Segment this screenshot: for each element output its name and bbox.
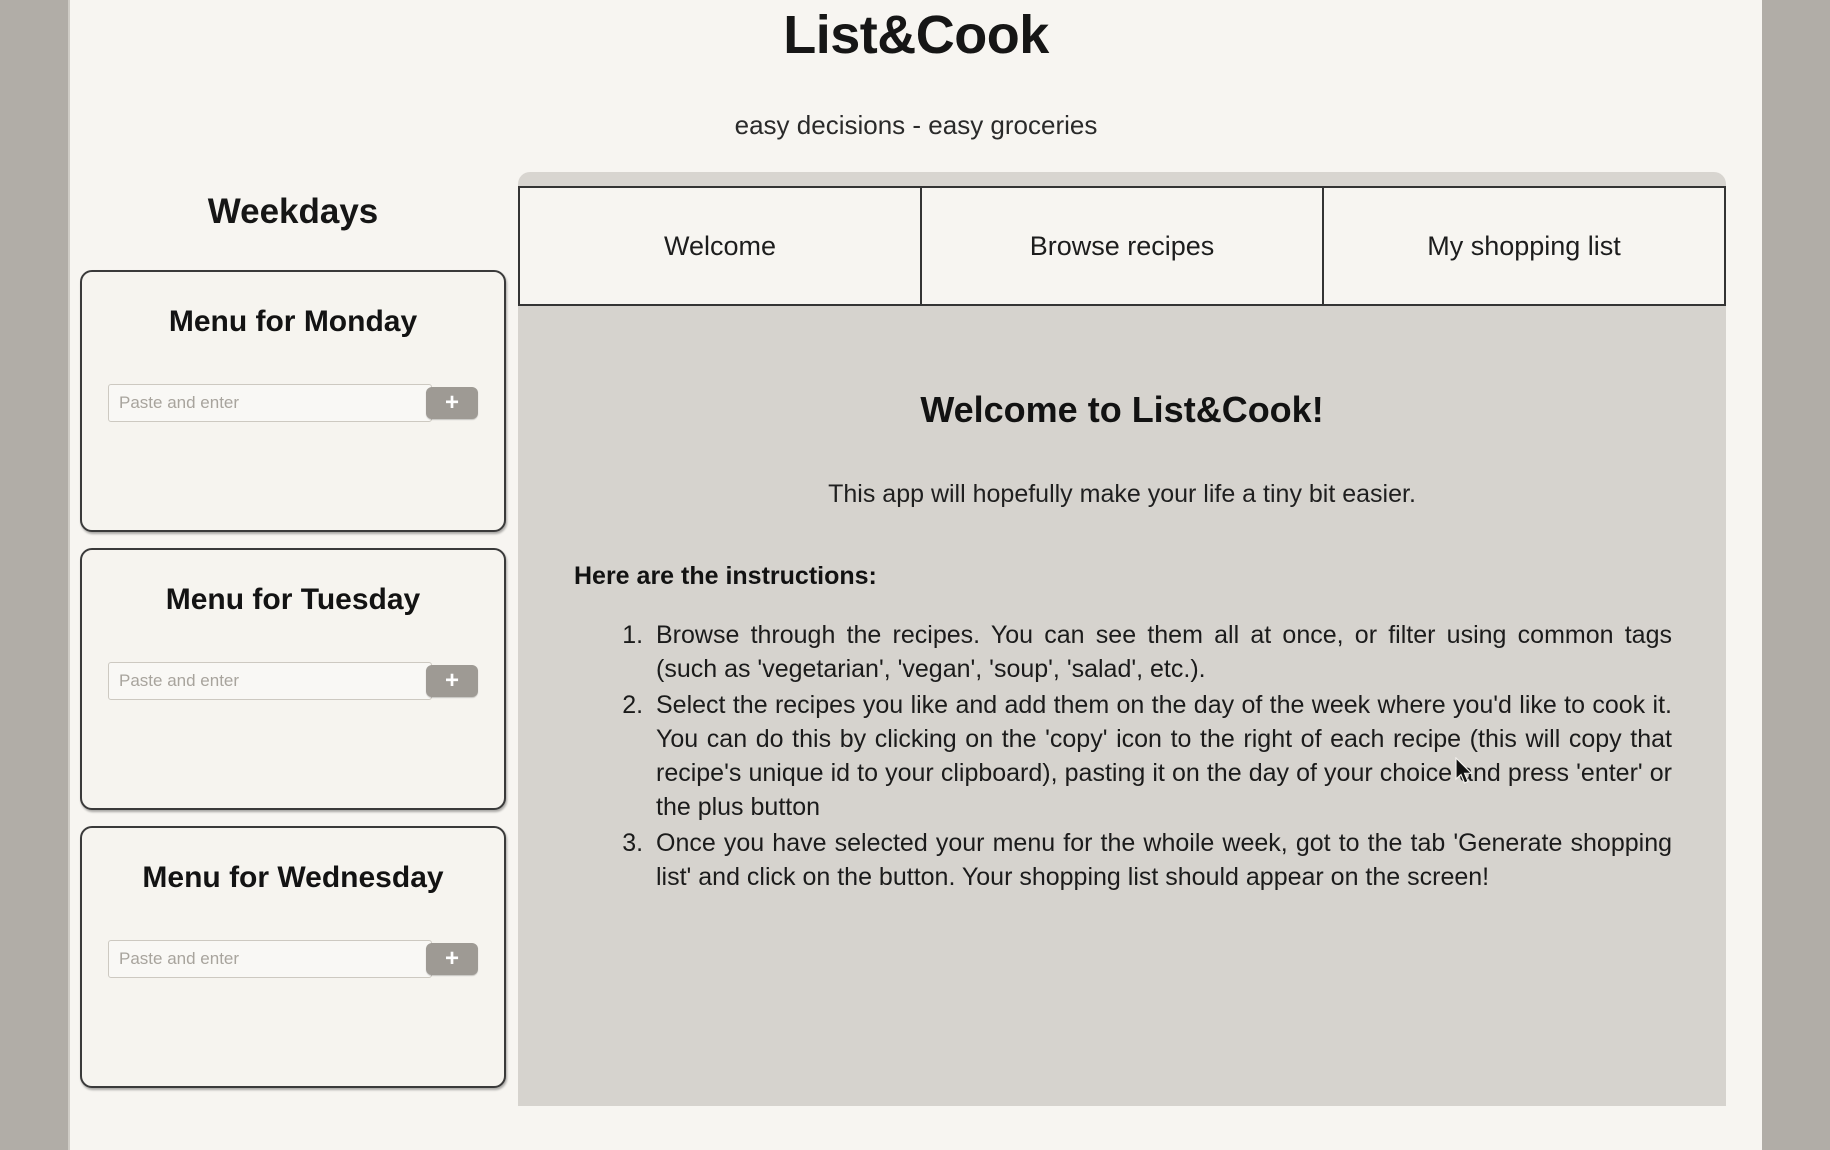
tab-bar: Welcome Browse recipes My shopping list — [518, 186, 1726, 306]
instructions-heading: Here are the instructions: — [574, 562, 877, 590]
weekday-input-row: + — [108, 662, 478, 700]
content-area: Welcome Browse recipes My shopping list … — [518, 172, 1726, 1150]
weekday-card-title: Menu for Wednesday — [142, 861, 444, 894]
tab-bar-shell: Welcome Browse recipes My shopping list — [518, 172, 1726, 306]
weekday-card-title: Menu for Monday — [168, 305, 418, 338]
welcome-tab-panel: Welcome to List&Cook! This app will hope… — [518, 306, 1726, 1106]
instruction-item-3: Once you have selected your menu for the… — [650, 826, 1672, 894]
recipe-id-input-monday[interactable] — [108, 384, 432, 422]
add-recipe-button-tuesday[interactable]: + — [426, 665, 478, 697]
weekday-card-monday: Menu for Monday + — [80, 270, 506, 532]
add-recipe-button-wednesday[interactable]: + — [426, 943, 478, 975]
tab-my-shopping-list[interactable]: My shopping list — [1322, 186, 1726, 306]
screen: List&Cook easy decisions - easy grocerie… — [0, 0, 1830, 1150]
instructions-list: Browse through the recipes. You can see … — [558, 592, 1686, 894]
panel-title: Welcome to List&Cook! — [920, 389, 1324, 430]
instruction-item-1: Browse through the recipes. You can see … — [650, 618, 1672, 686]
weekday-input-row: + — [108, 384, 478, 422]
weekdays-heading: Weekdays — [207, 192, 379, 231]
app-page: List&Cook easy decisions - easy grocerie… — [70, 0, 1762, 1150]
main-layout: Weekdays Menu for Monday + Menu for Tues… — [70, 172, 1762, 1150]
weekday-input-row: + — [108, 940, 478, 978]
weekday-card-tuesday: Menu for Tuesday + — [80, 548, 506, 810]
app-title: List&Cook — [783, 5, 1049, 65]
weekdays-sidebar: Weekdays Menu for Monday + Menu for Tues… — [70, 172, 508, 1104]
page-gutter-right — [1760, 0, 1830, 1150]
weekday-card-title: Menu for Tuesday — [165, 583, 421, 616]
panel-lead-text: This app will hopefully make your life a… — [828, 480, 1416, 508]
page-gutter-left — [0, 0, 70, 1150]
tab-welcome[interactable]: Welcome — [518, 186, 922, 306]
recipe-id-input-tuesday[interactable] — [108, 662, 432, 700]
app-header: List&Cook easy decisions - easy grocerie… — [70, 0, 1762, 140]
weekday-card-wednesday: Menu for Wednesday + — [80, 826, 506, 1088]
app-subtitle: easy decisions - easy groceries — [734, 110, 1098, 140]
weekday-card-list: Menu for Monday + Menu for Tuesday + — [78, 270, 508, 1088]
tab-browse-recipes[interactable]: Browse recipes — [920, 186, 1324, 306]
instruction-item-2: Select the recipes you like and add them… — [650, 688, 1672, 824]
recipe-id-input-wednesday[interactable] — [108, 940, 432, 978]
add-recipe-button-monday[interactable]: + — [426, 387, 478, 419]
